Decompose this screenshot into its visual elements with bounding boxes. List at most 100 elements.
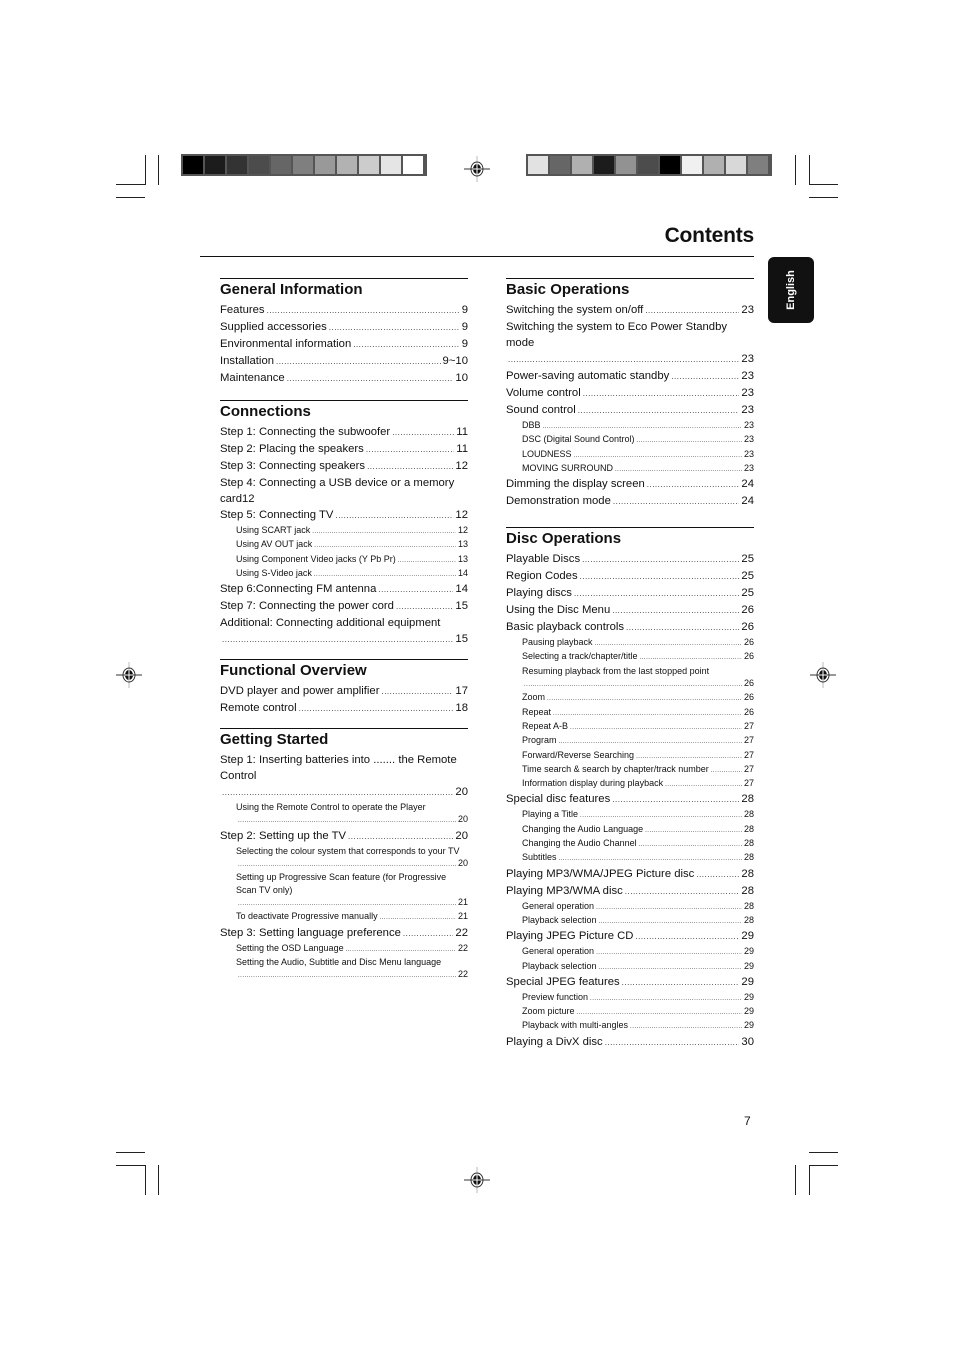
toc-entry[interactable]: Playing discs 25 [506, 585, 754, 602]
toc-subentry[interactable]: Using the Remote Control to operate the … [220, 801, 468, 828]
toc-subentry[interactable]: DSC (Digital Sound Control) 23 [506, 433, 754, 447]
section-heading: General Information [220, 278, 468, 300]
toc-subentry[interactable]: Playback with multi-angles 29 [506, 1019, 754, 1033]
toc-entry[interactable]: Switching the system on/off 23 [506, 302, 754, 319]
toc-subentry[interactable]: Using Component Video jacks (Y Pb Pr) 13 [220, 553, 468, 567]
toc-entry[interactable]: Step 7: Connecting the power cord 15 [220, 598, 468, 615]
toc-subentry[interactable]: Changing the Audio Channel 28 [506, 837, 754, 851]
toc-entry[interactable]: Using the Disc Menu 26 [506, 602, 754, 619]
toc-subentry[interactable]: Setting the Audio, Subtitle and Disc Men… [220, 956, 468, 983]
entry-page-number: 29 [743, 1020, 754, 1031]
toc-entry[interactable]: Volume control 23 [506, 385, 754, 402]
toc-entry[interactable]: Step 1: Inserting batteries into .......… [220, 752, 468, 801]
toc-entry[interactable]: DVD player and power amplifier 17 [220, 683, 468, 700]
toc-subentry[interactable]: To deactivate Progressive manually 21 [220, 910, 468, 924]
toc-entry[interactable]: Step 2: Setting up the TV 20 [220, 828, 468, 845]
toc-subentry[interactable]: Playing a Title 28 [506, 808, 754, 822]
toc-subentry[interactable]: Selecting a track/chapter/title 26 [506, 650, 754, 664]
toc-entry[interactable]: Step 3: Setting language preference 22 [220, 925, 468, 942]
toc-subentry[interactable]: Information display during playback 27 [506, 777, 754, 791]
toc-entry[interactable]: Playing MP3/WMA/JPEG Picture disc 28 [506, 866, 754, 883]
toc-entry[interactable]: Environmental information 9 [220, 336, 468, 353]
toc-entry[interactable]: Remote control 18 [220, 700, 468, 717]
entry-label: Playback with multi-angles [522, 1020, 629, 1031]
toc-subentry[interactable]: Setting up Progressive Scan feature (for… [220, 871, 468, 910]
gray-swatch [594, 156, 614, 174]
entry-page-number: 17 [455, 685, 468, 698]
toc-entry[interactable]: Step 4: Connecting a USB device or a mem… [220, 475, 468, 507]
entry-label: Step 6:Connecting FM antenna [220, 583, 377, 596]
gray-swatch [337, 156, 357, 174]
toc-entry[interactable]: Playing JPEG Picture CD 29 [506, 928, 754, 945]
toc-entry[interactable]: Features 9 [220, 302, 468, 319]
toc-subentry[interactable]: Forward/Reverse Searching 27 [506, 749, 754, 763]
entry-page-number: 26 [741, 621, 754, 634]
entry-label: Environmental information [220, 338, 352, 350]
toc-entry[interactable]: Installation 9~10 [220, 353, 468, 370]
toc-entry[interactable]: Demonstration mode 24 [506, 493, 754, 510]
toc-entry[interactable]: Dimming the display screen 24 [506, 476, 754, 493]
toc-subentry[interactable]: Using SCART jack 12 [220, 524, 468, 538]
toc-entry[interactable]: Special disc features 28 [506, 791, 754, 808]
toc-subentry[interactable]: Using S-Video jack 14 [220, 567, 468, 581]
toc-entry[interactable]: Power-saving automatic standby 23 [506, 368, 754, 385]
toc-entry[interactable]: Additional: Connecting additional equipm… [220, 615, 468, 648]
leader-dots [577, 1005, 742, 1019]
toc-subentry[interactable]: General operation 28 [506, 900, 754, 914]
toc-entry[interactable]: Step 3: Connecting speakers 12 [220, 458, 468, 475]
toc-subentry[interactable]: Zoom picture 29 [506, 1005, 754, 1019]
toc-section-general-information: General Information Features9Supplied ac… [220, 278, 468, 387]
toc-entry[interactable]: Switching the system to Eco Power Standb… [506, 319, 754, 368]
leader-dots [314, 538, 456, 552]
gray-swatch [528, 156, 548, 174]
entry-page-number: 27 [743, 735, 754, 746]
entry-label: DSC (Digital Sound Control) [522, 434, 635, 445]
toc-subentry[interactable]: Using AV OUT jack 13 [220, 538, 468, 552]
leader-dots [612, 602, 739, 619]
toc-subentry[interactable]: LOUDNESS 23 [506, 448, 754, 462]
leader-dots [626, 619, 739, 636]
entry-label: Region Codes [506, 570, 578, 583]
entry-page-number: 22 [457, 969, 468, 980]
toc-entry[interactable]: Basic playback controls 26 [506, 619, 754, 636]
entry-label: Zoom picture [522, 1006, 575, 1017]
toc-entry[interactable]: Maintenance 10 [220, 370, 468, 387]
toc-subentry[interactable]: Zoom 26 [506, 691, 754, 705]
toc-entry[interactable]: Playing MP3/WMA disc 28 [506, 883, 754, 900]
toc-subentry[interactable]: DBB 23 [506, 419, 754, 433]
toc-entry[interactable]: Sound control 23 [506, 402, 754, 419]
leader-dots [582, 551, 739, 568]
entry-label: Preview function [522, 991, 589, 1002]
toc-subentry[interactable]: MOVING SURROUND 23 [506, 462, 754, 476]
toc-entry[interactable]: Step 1: Connecting the subwoofer 11 [220, 424, 468, 441]
entry-page-number: 25 [741, 570, 754, 583]
entry-page-number: 26 [743, 651, 754, 662]
toc-entry[interactable]: Playable Discs 25 [506, 551, 754, 568]
toc-subentry[interactable]: Repeat A-B 27 [506, 720, 754, 734]
toc-subentry[interactable]: Preview function 29 [506, 991, 754, 1005]
toc-subentry[interactable]: Resuming playback from the last stopped … [506, 665, 754, 692]
entry-page-number: 26 [743, 706, 754, 717]
toc-entry[interactable]: Step 5: Connecting TV 12 [220, 507, 468, 524]
toc-subentry[interactable]: Playback selection 29 [506, 960, 754, 974]
toc-subentry[interactable]: Subtitles 28 [506, 851, 754, 865]
toc-subentry[interactable]: General operation 29 [506, 945, 754, 959]
toc-subentry[interactable]: Changing the Audio Language 28 [506, 823, 754, 837]
toc-entry[interactable]: Playing a DivX disc 30 [506, 1034, 754, 1051]
toc-entry[interactable]: Region Codes 25 [506, 568, 754, 585]
toc-subentry[interactable]: Selecting the colour system that corresp… [220, 845, 468, 872]
toc-subentry[interactable]: Time search & search by chapter/track nu… [506, 763, 754, 777]
entry-label: General operation [522, 946, 595, 957]
toc-subentry[interactable]: Setting the OSD Language 22 [220, 942, 468, 956]
toc-entry[interactable]: Step 6:Connecting FM antenna 14 [220, 581, 468, 598]
toc-subentry[interactable]: Playback selection 28 [506, 914, 754, 928]
entry-page-number: 23 [741, 353, 754, 365]
toc-entry[interactable]: Supplied accessories 9 [220, 319, 468, 336]
toc-entry[interactable]: Step 2: Placing the speakers 11 [220, 441, 468, 458]
toc-subentry[interactable]: Pausing playback 26 [506, 636, 754, 650]
toc-subentry[interactable]: Repeat 26 [506, 706, 754, 720]
toc-entry[interactable]: Special JPEG features 29 [506, 974, 754, 991]
gray-swatch [616, 156, 636, 174]
entry-label: Sound control [506, 404, 576, 416]
toc-subentry[interactable]: Program 27 [506, 734, 754, 748]
